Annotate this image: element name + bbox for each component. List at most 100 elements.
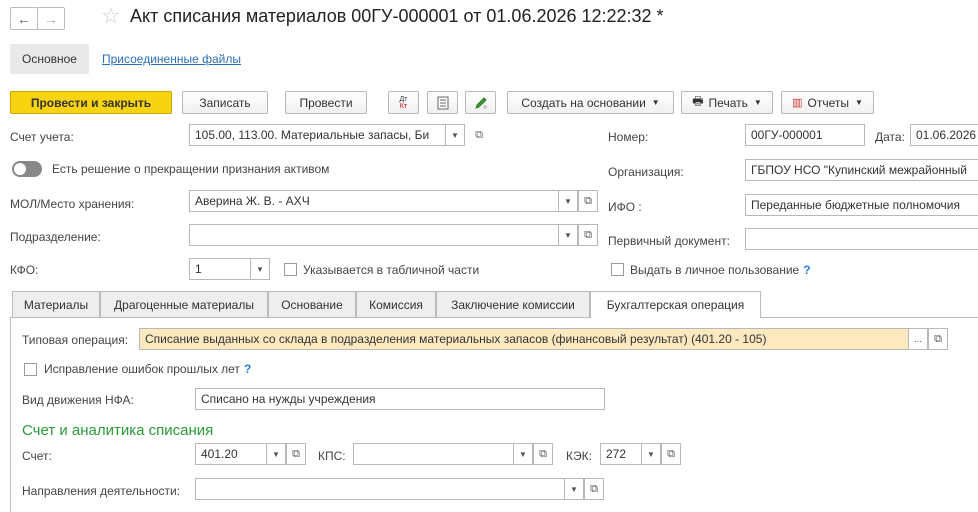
document-list-icon <box>437 96 448 109</box>
mol-dropdown[interactable]: ▼ <box>558 190 578 212</box>
open-form-icon: ⧉ <box>584 194 592 207</box>
create-based-button[interactable]: Создать на основании ▼ <box>507 91 674 114</box>
section-title: Счет и аналитика списания <box>22 422 214 439</box>
tab-commission[interactable]: Комиссия <box>356 291 436 317</box>
primary-doc-label: Первичный документ: <box>608 234 730 248</box>
tab-main[interactable]: Основное <box>10 44 89 74</box>
help-icon[interactable]: ? <box>244 362 251 376</box>
tabular-checkbox[interactable] <box>284 263 297 276</box>
post-and-close-button[interactable]: Провести и закрыть <box>10 91 172 114</box>
chevron-down-icon: ▼ <box>519 449 527 459</box>
tab-conclusion[interactable]: Заключение комиссии <box>436 291 590 317</box>
edit-button[interactable] <box>465 91 496 114</box>
typical-operation-label: Типовая операция: <box>22 333 129 347</box>
org-label: Организация: <box>608 165 684 179</box>
report-icon: ▥ <box>792 97 803 109</box>
kps-open-button[interactable]: ⧉ <box>533 443 553 465</box>
print-label: Печать <box>708 95 748 110</box>
number-input[interactable]: 00ГУ-000001 <box>745 124 865 146</box>
print-button[interactable]: 🖶 Печать ▼ <box>681 91 773 114</box>
chevron-down-icon: ▼ <box>647 449 655 459</box>
kps-dropdown[interactable]: ▼ <box>513 443 533 465</box>
division-open-button[interactable]: ⧉ <box>578 224 598 246</box>
structure-button[interactable] <box>427 91 458 114</box>
direction-label: Направления деятельности: <box>22 484 181 498</box>
account-op-label: Счет: <box>22 449 52 463</box>
account-op-open-button[interactable]: ⧉ <box>286 443 306 465</box>
typical-operation-select-button[interactable]: ... <box>908 328 928 350</box>
reports-label: Отчеты <box>807 95 849 110</box>
date-label: Дата: <box>875 130 905 144</box>
post-button[interactable]: Провести <box>285 91 367 114</box>
chevron-down-icon: ▼ <box>570 484 578 494</box>
chevron-down-icon: ▼ <box>256 264 264 274</box>
page-title: Акт списания материалов 00ГУ-000001 от 0… <box>130 6 664 26</box>
kps-label: КПС: <box>318 449 346 463</box>
nfa-input[interactable]: Списано на нужды учреждения <box>195 388 605 410</box>
nfa-label: Вид движения НФА: <box>22 393 134 407</box>
kfo-dropdown[interactable]: ▼ <box>250 258 270 280</box>
typical-operation-open-button[interactable]: ⧉ <box>928 328 948 350</box>
forward-button[interactable]: → <box>37 7 65 30</box>
tab-files[interactable]: Присоединенные файлы <box>102 52 241 66</box>
back-button[interactable]: ← <box>10 7 38 30</box>
create-based-label: Создать на основании <box>521 95 646 110</box>
mol-label: МОЛ/Место хранения: <box>10 197 135 211</box>
save-button[interactable]: Записать <box>182 91 268 114</box>
account-dropdown[interactable]: ▼ <box>445 124 465 146</box>
printer-icon: 🖶 <box>692 94 704 108</box>
dt-kt-icon: Дт Кт <box>399 95 408 110</box>
account-label: Счет учета: <box>10 130 74 144</box>
direction-dropdown[interactable]: ▼ <box>564 478 584 500</box>
help-icon[interactable]: ? <box>803 263 810 277</box>
mol-open-button[interactable]: ⧉ <box>578 190 598 212</box>
number-label: Номер: <box>608 130 649 144</box>
kfo-label: КФО: <box>10 263 39 277</box>
star-icon[interactable]: ☆ <box>101 3 121 29</box>
date-input[interactable]: 01.06.2026 <box>910 124 978 146</box>
tab-materials[interactable]: Материалы <box>12 291 100 317</box>
kek-label: КЭК: <box>566 449 592 463</box>
org-input[interactable]: ГБПОУ НСО "Купинский межрайонный <box>745 159 978 181</box>
derecognition-toggle[interactable] <box>12 161 42 177</box>
personal-use-checkbox[interactable] <box>611 263 624 276</box>
chevron-down-icon: ▼ <box>272 449 280 459</box>
reports-button[interactable]: ▥ Отчеты ▼ <box>781 91 874 114</box>
arrow-right-icon: → <box>44 10 58 27</box>
fix-errors-checkbox[interactable] <box>24 363 37 376</box>
division-input[interactable] <box>189 224 559 246</box>
tabular-label: Указывается в табличной части <box>303 263 480 277</box>
tab-accounting-operation[interactable]: Бухгалтерская операция <box>590 291 761 318</box>
open-form-icon: ⧉ <box>475 128 483 141</box>
open-form-icon: ⧉ <box>934 332 942 345</box>
mol-input[interactable]: Аверина Ж. В. - АХЧ <box>189 190 559 212</box>
dt-kt-button[interactable]: Дт Кт <box>388 91 419 114</box>
chevron-down-icon: ▼ <box>651 98 660 107</box>
typical-operation-input[interactable]: Списание выданных со склада в подразделе… <box>139 328 909 350</box>
account-op-dropdown[interactable]: ▼ <box>266 443 286 465</box>
account-input[interactable]: 105.00, 113.00. Материальные запасы, Би <box>189 124 446 146</box>
more-icon: ... <box>913 333 923 345</box>
kek-dropdown[interactable]: ▼ <box>641 443 661 465</box>
open-form-icon: ⧉ <box>590 482 598 495</box>
derecognition-label: Есть решение о прекращении признания акт… <box>52 162 330 176</box>
account-open-button[interactable]: ⧉ <box>469 124 489 146</box>
ifo-input[interactable]: Переданные бюджетные полномочия <box>745 194 978 216</box>
chevron-down-icon: ▼ <box>564 196 572 206</box>
kek-input[interactable]: 272 <box>600 443 642 465</box>
chevron-down-icon: ▼ <box>564 230 572 240</box>
kps-input[interactable] <box>353 443 514 465</box>
division-dropdown[interactable]: ▼ <box>558 224 578 246</box>
direction-input[interactable] <box>195 478 565 500</box>
personal-use-label: Выдать в личное пользование? <box>630 263 811 277</box>
kek-open-button[interactable]: ⧉ <box>661 443 681 465</box>
account-op-input[interactable]: 401.20 <box>195 443 267 465</box>
chevron-down-icon: ▼ <box>451 130 459 140</box>
primary-doc-input[interactable] <box>745 228 978 250</box>
kfo-input[interactable]: 1 <box>189 258 251 280</box>
open-form-icon: ⧉ <box>667 447 675 460</box>
direction-open-button[interactable]: ⧉ <box>584 478 604 500</box>
chevron-down-icon: ▼ <box>753 98 762 107</box>
tab-precious[interactable]: Драгоценные материалы <box>100 291 268 317</box>
tab-basis[interactable]: Основание <box>268 291 356 317</box>
